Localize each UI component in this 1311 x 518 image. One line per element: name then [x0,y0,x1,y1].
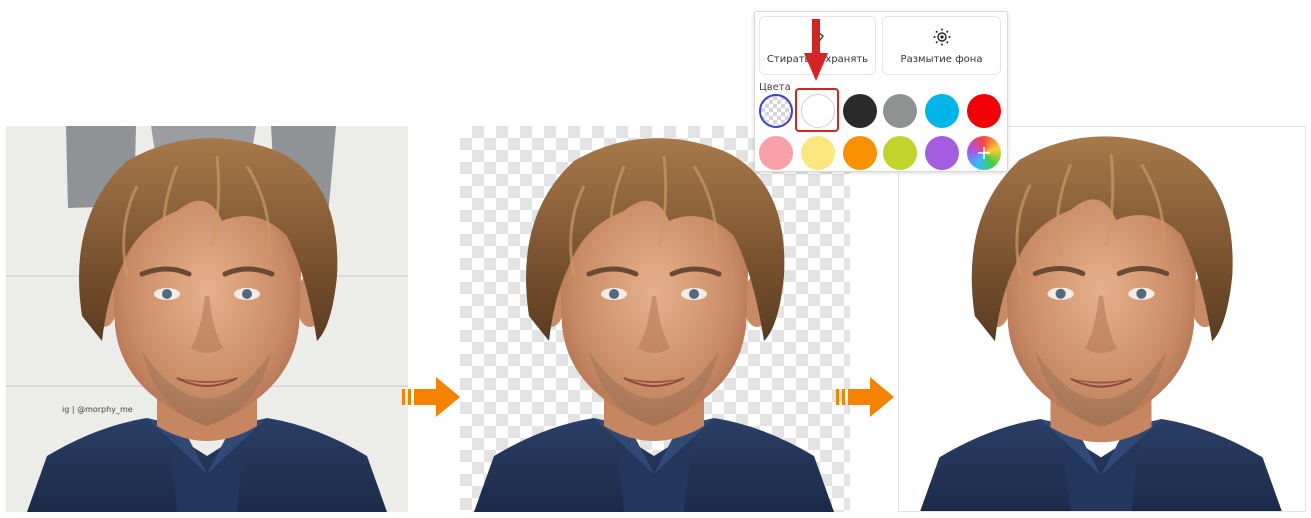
original-backdrop [6,126,408,512]
swatch-custom-color[interactable] [967,136,1001,170]
white-swatch-highlight [795,88,839,132]
right-arrow-icon [402,377,460,417]
swatch-cyan[interactable] [925,94,959,128]
blur-icon [933,28,950,46]
blur-background-label: Размытие фона [900,54,983,65]
right-arrow-icon [836,377,894,417]
swatch-purple[interactable] [925,136,959,170]
swatch-black[interactable] [843,94,877,128]
white-bg-portrait [899,127,1305,511]
swatch-red[interactable] [967,94,1001,128]
swatch-yellow[interactable] [801,136,835,170]
colors-section-label: Цвета [759,82,791,93]
original-photo-panel: ig | @morphy_me [6,126,408,512]
photo-watermark: ig | @morphy_me [62,405,133,414]
transparent-background-panel [460,126,850,512]
swatch-gray[interactable] [883,94,917,128]
swatch-pink[interactable] [759,136,793,170]
blur-background-button[interactable]: Размытие фона [882,16,1001,75]
swatch-lime[interactable] [883,136,917,170]
background-options-popup: Стирать/сохранять Размытие фона Цвета [754,11,1008,172]
white-background-panel [898,126,1306,512]
down-arrow-pointer-icon [804,19,828,81]
swatch-transparent[interactable] [759,94,793,128]
swatch-orange[interactable] [843,136,877,170]
cutout-portrait [460,126,850,512]
plus-icon [978,147,990,159]
